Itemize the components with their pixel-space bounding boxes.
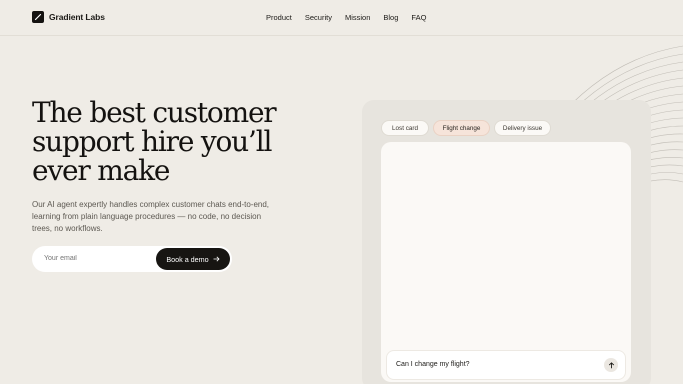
chat-message-text: Can I change my flight? bbox=[396, 361, 470, 368]
chip-label: Lost card bbox=[392, 124, 418, 132]
arrow-up-icon bbox=[608, 356, 615, 374]
chat-window bbox=[381, 142, 631, 382]
send-button[interactable] bbox=[604, 358, 618, 372]
chat-message-input[interactable]: Can I change my flight? bbox=[387, 351, 625, 379]
nav-item-mission[interactable]: Mission bbox=[345, 13, 370, 22]
site-header: Gradient Labs Product Security Mission B… bbox=[0, 0, 683, 36]
book-demo-label: Book a demo bbox=[166, 254, 209, 264]
chip-lost-card[interactable]: Lost card bbox=[381, 120, 429, 136]
hero-title: The best customer support hire you’ll ev… bbox=[32, 98, 332, 185]
slash-logo-icon bbox=[32, 11, 44, 23]
main-nav: Product Security Mission Blog FAQ bbox=[266, 13, 426, 22]
nav-item-product[interactable]: Product bbox=[266, 13, 292, 22]
hero-title-line: ever make bbox=[32, 154, 170, 187]
chip-flight-change[interactable]: Flight change bbox=[433, 120, 490, 136]
chip-label: Delivery issue bbox=[502, 124, 543, 132]
arrow-right-icon bbox=[213, 255, 220, 264]
nav-item-blog[interactable]: Blog bbox=[383, 13, 398, 22]
hero-title-line: support hire you’ll bbox=[32, 125, 272, 158]
book-demo-button[interactable]: Book a demo bbox=[156, 248, 230, 270]
hero-subtitle: Our AI agent expertly handles complex cu… bbox=[32, 200, 270, 233]
hero-title-line: The best customer bbox=[32, 96, 277, 129]
email-input[interactable] bbox=[44, 255, 154, 262]
email-signup-form: Book a demo bbox=[32, 246, 232, 272]
brand-name: Gradient Labs bbox=[49, 12, 105, 22]
nav-item-faq[interactable]: FAQ bbox=[411, 13, 426, 22]
nav-item-security[interactable]: Security bbox=[305, 13, 332, 22]
chip-delivery-issue[interactable]: Delivery issue bbox=[494, 120, 551, 136]
chip-label: Flight change bbox=[442, 124, 481, 132]
brand-logo[interactable]: Gradient Labs bbox=[32, 11, 105, 23]
